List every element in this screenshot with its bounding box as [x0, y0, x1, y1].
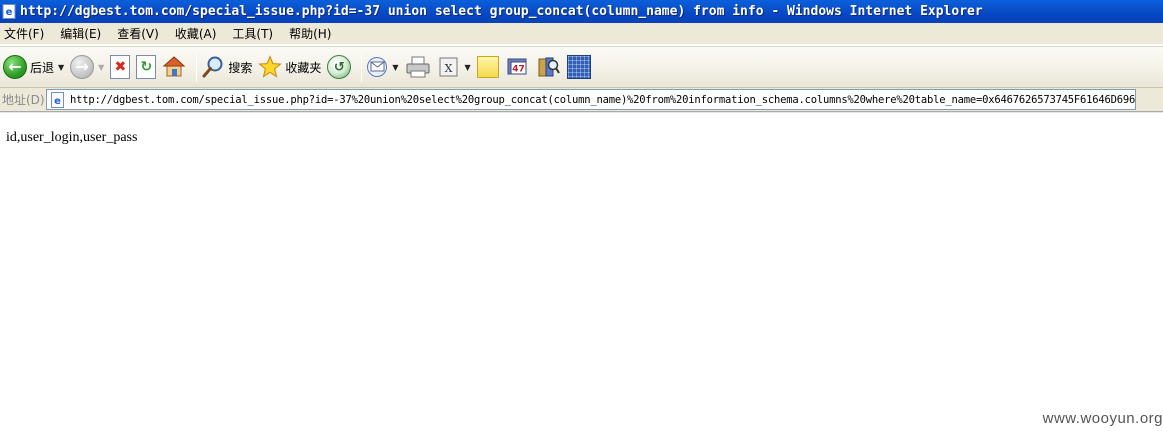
note-icon — [476, 56, 499, 78]
stop-button[interactable]: ✖ — [110, 51, 131, 83]
favorites-button[interactable]: 收藏夹 — [258, 51, 321, 83]
ie-page-icon: e — [50, 91, 66, 108]
window-title: http://dgbest.tom.com/special_issue.php?… — [20, 4, 983, 19]
back-dropdown-icon[interactable]: ▼ — [58, 63, 64, 72]
svg-text:X: X — [444, 62, 452, 75]
mail-dropdown-icon[interactable]: ▼ — [392, 63, 398, 72]
grid-icon — [566, 55, 591, 79]
address-bar: 地址(D) e http://dgbest.tom.com/special_is… — [0, 88, 1163, 111]
history-button[interactable]: ↺ — [327, 51, 352, 83]
forward-dropdown-icon[interactable]: ▼ — [98, 63, 104, 72]
title-bar: e http://dgbest.tom.com/special_issue.ph… — [0, 0, 1163, 23]
back-button[interactable]: ← 后退 ▼ — [3, 51, 64, 83]
search-label: 搜索 — [228, 60, 253, 75]
search-icon — [201, 55, 225, 79]
refresh-icon: ↻ — [136, 55, 157, 79]
address-url: http://dgbest.tom.com/special_issue.php?… — [70, 93, 1136, 106]
favorites-star-icon — [258, 55, 283, 79]
mail-button[interactable]: ▼ — [366, 51, 399, 83]
favorites-label: 收藏夹 — [285, 60, 322, 75]
svg-text:47: 47 — [512, 65, 525, 75]
stop-icon: ✖ — [110, 55, 131, 79]
address-input[interactable]: e http://dgbest.tom.com/special_issue.ph… — [46, 89, 1136, 110]
history-icon: ↺ — [327, 55, 352, 79]
menu-tools[interactable]: 工具(T) — [231, 25, 274, 42]
search-button[interactable]: 搜索 — [201, 51, 252, 83]
research-icon — [537, 55, 561, 79]
messenger-icon: 47 — [505, 55, 531, 79]
forward-arrow-icon: → — [70, 55, 95, 79]
forward-button[interactable]: → ▼ — [70, 51, 104, 83]
note-button[interactable] — [476, 51, 499, 83]
home-button[interactable] — [162, 51, 186, 83]
back-arrow-icon: ← — [3, 55, 27, 79]
address-label: 地址(D) — [2, 93, 45, 107]
menu-favorites[interactable]: 收藏(A) — [174, 25, 218, 42]
watermark: www.wooyun.org — [1042, 410, 1163, 427]
menu-edit[interactable]: 编辑(E) — [59, 25, 102, 42]
print-icon — [405, 55, 431, 79]
menu-help[interactable]: 帮助(H) — [288, 25, 332, 42]
menu-file[interactable]: 文件(F) — [3, 25, 45, 42]
back-label: 后退 — [30, 60, 55, 75]
svg-text:e: e — [54, 96, 61, 107]
edit-dropdown-icon[interactable]: ▼ — [465, 63, 471, 72]
ie-page-icon: e — [2, 4, 17, 19]
query-result-text: id,user_login,user_pass — [6, 130, 138, 145]
toolbar-separator — [196, 52, 198, 82]
edit-word-button[interactable]: X ▼ — [437, 51, 471, 83]
menu-view[interactable]: 查看(V) — [116, 25, 160, 42]
svg-text:e: e — [6, 7, 13, 18]
word-icon: X — [437, 55, 461, 79]
grid-button[interactable] — [566, 51, 591, 83]
home-icon — [162, 55, 186, 79]
print-button[interactable] — [405, 51, 431, 83]
mail-icon — [366, 56, 392, 78]
research-button[interactable] — [537, 51, 561, 83]
toolbar: ← 后退 ▼ → ▼ ✖ ↻ 搜索 收藏夹 ↺ ▼ X ▼ 47 — [0, 46, 1163, 88]
refresh-button[interactable]: ↻ — [136, 51, 157, 83]
page-content: id,user_login,user_pass www.wooyun.org — [0, 113, 1163, 431]
toolbar-separator — [361, 52, 363, 82]
menu-bar: 文件(F) 编辑(E) 查看(V) 收藏(A) 工具(T) 帮助(H) — [0, 23, 1163, 45]
messenger-button[interactable]: 47 — [505, 51, 531, 83]
